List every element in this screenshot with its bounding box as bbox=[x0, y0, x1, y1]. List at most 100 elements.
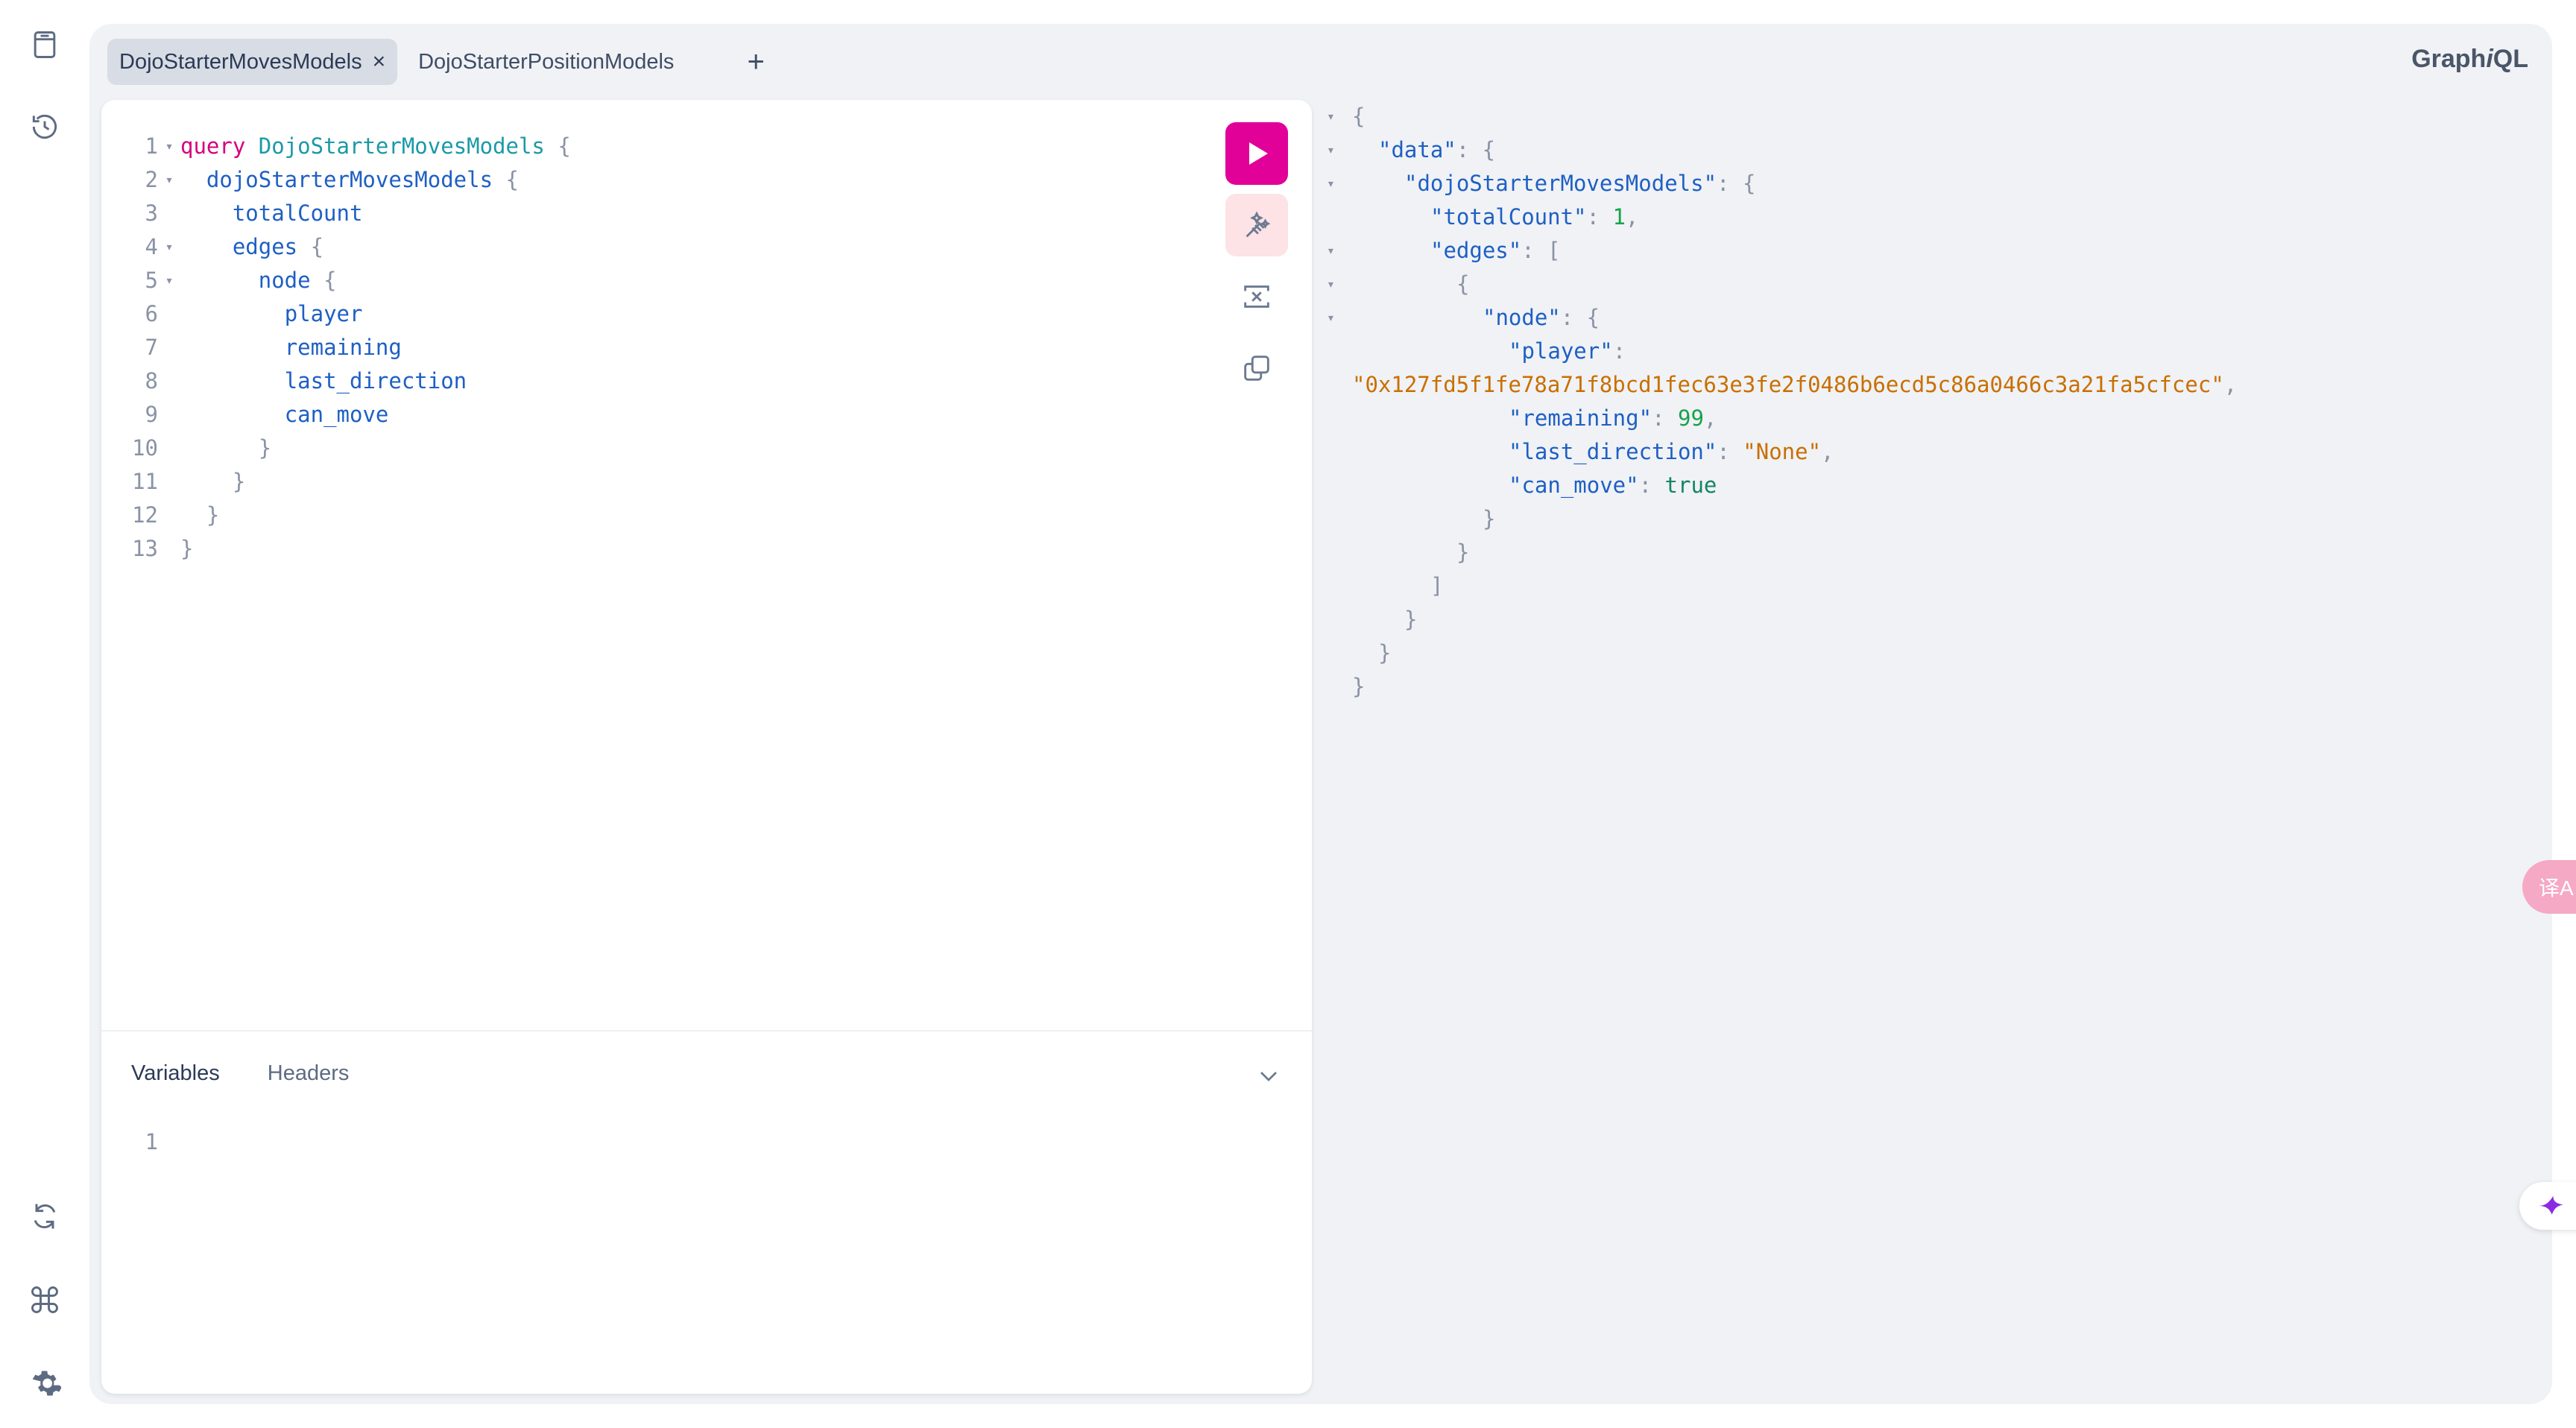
result-line: "totalCount": 1, bbox=[1322, 200, 2545, 234]
json-token: , bbox=[1821, 439, 1834, 464]
result-line: ▾{ bbox=[1322, 100, 2545, 133]
json-token: : bbox=[1638, 473, 1665, 498]
code-token: totalCount bbox=[232, 200, 363, 226]
code-token: { bbox=[493, 167, 519, 192]
assistant-widget[interactable] bbox=[2519, 1182, 2576, 1230]
result-text: ] bbox=[1430, 569, 1443, 603]
code-token: } bbox=[258, 435, 272, 461]
merge-fragments-button[interactable] bbox=[1225, 265, 1288, 328]
tab-dojo-starter-position-models[interactable]: DojoStarterPositionModels bbox=[406, 39, 686, 85]
result-line: ▾ "data": { bbox=[1322, 133, 2545, 167]
code-token: can_move bbox=[284, 402, 389, 427]
sidebar bbox=[0, 0, 89, 1428]
result-line: } bbox=[1322, 670, 2545, 704]
translate-icon: 译A bbox=[2539, 876, 2574, 900]
line-number: 9 bbox=[145, 402, 158, 427]
json-token: "last_direction" bbox=[1509, 439, 1717, 464]
code-line: 11 } bbox=[101, 465, 571, 499]
code-line: 7 remaining bbox=[101, 331, 571, 364]
code-token: player bbox=[284, 301, 363, 326]
fold-gutter bbox=[158, 297, 180, 331]
refetch-schema-icon bbox=[34, 1204, 56, 1229]
variables-editor[interactable]: 1 bbox=[101, 1125, 158, 1159]
json-token: : bbox=[1586, 204, 1613, 230]
code-token: { bbox=[544, 133, 571, 159]
fold-toggle-icon[interactable]: ▾ bbox=[1327, 100, 1345, 133]
json-token: "node" bbox=[1483, 305, 1561, 330]
code-line: 5 ▾ node { bbox=[101, 264, 571, 297]
json-token: : [ bbox=[1521, 238, 1561, 263]
tab-dojo-starter-moves-models[interactable]: DojoStarterMovesModels × bbox=[107, 39, 398, 85]
code-token: } bbox=[180, 536, 194, 561]
json-token: { bbox=[1456, 271, 1470, 297]
result-text: { bbox=[1352, 100, 1365, 133]
result-line: "last_direction": "None", bbox=[1322, 435, 2545, 469]
result-text: "last_direction": "None", bbox=[1509, 435, 1834, 469]
graphiql-session: DojoStarterMovesModels × DojoStarterPosi… bbox=[89, 24, 2552, 1404]
line-number: 7 bbox=[145, 335, 158, 360]
query-editor-panel: 1 ▾ query DojoStarterMovesModels {2 ▾ dojoS… bbox=[101, 100, 1312, 1394]
result-line: ▾ "dojoStarterMovesModels": { bbox=[1322, 167, 2545, 200]
json-token: "player" bbox=[1509, 338, 1613, 364]
fold-toggle-icon[interactable]: ▾ bbox=[1327, 301, 1345, 335]
history-button[interactable] bbox=[22, 104, 67, 149]
json-token: "can_move" bbox=[1509, 473, 1639, 498]
shortcuts-button[interactable] bbox=[22, 1277, 67, 1322]
line-number: 5 bbox=[145, 268, 158, 293]
line-number: 6 bbox=[145, 301, 158, 326]
prettify-icon bbox=[1246, 211, 1271, 238]
editor-divider[interactable] bbox=[101, 1030, 1312, 1031]
refetch-schema-button[interactable] bbox=[22, 1194, 67, 1239]
json-token: 99 bbox=[1677, 405, 1704, 431]
tab-headers[interactable]: Headers bbox=[268, 1061, 350, 1086]
fold-gutter bbox=[158, 197, 180, 230]
fold-toggle-icon[interactable]: ▾ bbox=[158, 130, 180, 163]
query-editor[interactable]: 1 ▾ query DojoStarterMovesModels {2 ▾ dojoS… bbox=[101, 130, 571, 566]
line-number: 12 bbox=[132, 502, 158, 528]
result-text: "0x127fd5f1fe78a71f8bcd1fec63e3fe2f0486b… bbox=[1352, 368, 2237, 402]
result-text: "data": { bbox=[1378, 133, 1495, 167]
result-text: "dojoStarterMovesModels": { bbox=[1404, 167, 1755, 200]
editor-toolbar bbox=[1225, 122, 1288, 399]
chevron-down-icon[interactable] bbox=[1254, 1061, 1284, 1091]
result-line: } bbox=[1322, 636, 2545, 670]
json-token: true bbox=[1664, 473, 1717, 498]
prettify-button[interactable] bbox=[1225, 194, 1288, 256]
execute-query-button[interactable] bbox=[1225, 122, 1288, 185]
close-icon[interactable]: × bbox=[373, 49, 386, 75]
fold-toggle-icon[interactable]: ▾ bbox=[158, 230, 180, 264]
json-token: : bbox=[1717, 439, 1743, 464]
json-token: } bbox=[1456, 540, 1470, 565]
code-line: 2 ▾ dojoStarterMovesModels { bbox=[101, 163, 571, 197]
result-line: "remaining": 99, bbox=[1322, 402, 2545, 435]
fold-gutter bbox=[158, 499, 180, 532]
fold-toggle-icon[interactable]: ▾ bbox=[1327, 133, 1345, 167]
line-number: 8 bbox=[145, 368, 158, 394]
result-line: ▾ "node": { bbox=[1322, 301, 2545, 335]
docs-button[interactable] bbox=[22, 22, 67, 67]
line-number: 11 bbox=[132, 469, 158, 494]
code-token: DojoStarterMovesModels bbox=[258, 133, 545, 159]
result-line: } bbox=[1322, 502, 2545, 536]
line-number: 10 bbox=[132, 435, 158, 461]
json-token: { bbox=[1352, 104, 1366, 129]
settings-button[interactable] bbox=[22, 1361, 67, 1406]
fold-toggle-icon[interactable]: ▾ bbox=[1327, 234, 1345, 268]
fold-toggle-icon[interactable]: ▾ bbox=[158, 163, 180, 197]
fold-toggle-icon[interactable]: ▾ bbox=[1327, 268, 1345, 301]
line-number: 13 bbox=[132, 536, 158, 561]
add-tab-button[interactable]: + bbox=[747, 47, 764, 77]
tab-variables[interactable]: Variables bbox=[131, 1061, 220, 1086]
translate-widget[interactable]: 译A bbox=[2522, 860, 2576, 914]
copy-query-button[interactable] bbox=[1225, 337, 1288, 399]
line-number: 4 bbox=[145, 234, 158, 259]
fold-toggle-icon[interactable]: ▾ bbox=[158, 264, 180, 297]
code-line: 1 bbox=[101, 1125, 158, 1159]
code-token: remaining bbox=[284, 335, 402, 360]
fold-toggle-icon[interactable]: ▾ bbox=[1327, 167, 1345, 200]
